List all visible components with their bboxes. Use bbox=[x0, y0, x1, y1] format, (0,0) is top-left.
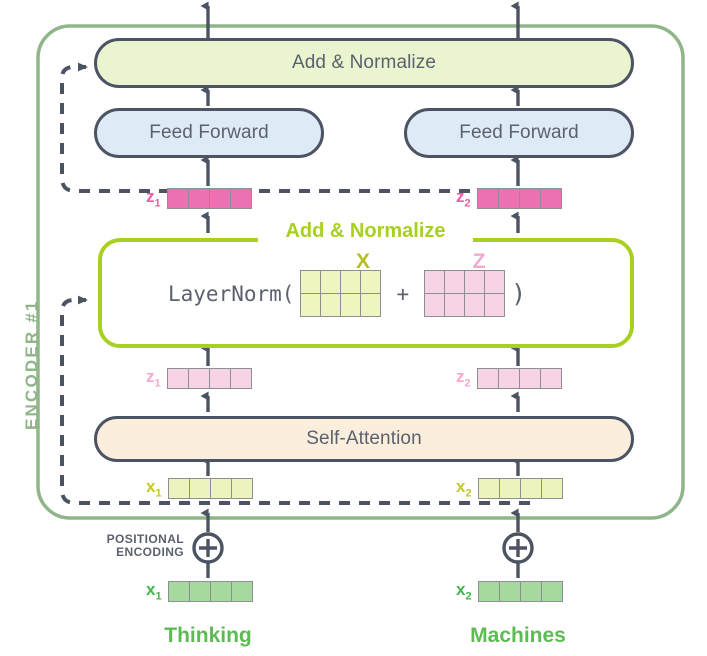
matrix-z bbox=[424, 270, 506, 317]
vector-x1-embedding-label: x1 bbox=[146, 580, 162, 603]
add-normalize-top-block[interactable]: Add & Normalize bbox=[94, 38, 634, 88]
positional-encoding-label: POSITIONAL ENCODING bbox=[62, 533, 184, 559]
positional-encoding-add-left bbox=[192, 532, 224, 564]
self-attention-label: Self-Attention bbox=[306, 428, 422, 449]
positional-encoding-line2: ENCODING bbox=[116, 545, 184, 559]
vector-x1-positional-cells bbox=[167, 478, 253, 500]
vector-z2-mid-label: z2 bbox=[456, 367, 471, 390]
vector-z2-mid-cells bbox=[476, 368, 562, 390]
input-word-left: Thinking bbox=[164, 624, 252, 647]
self-attention-block[interactable]: Self-Attention bbox=[94, 416, 634, 462]
vector-z2-mid: z2 bbox=[456, 367, 562, 390]
matrix-x bbox=[300, 270, 382, 317]
input-word-right: Machines bbox=[470, 624, 566, 647]
positional-encoding-add-right bbox=[502, 532, 534, 564]
vector-x1-embedding: x1 bbox=[146, 580, 253, 603]
vector-z1-top-cells bbox=[166, 188, 252, 210]
feed-forward-right-block[interactable]: Feed Forward bbox=[404, 108, 634, 158]
vector-x2-embedding: x2 bbox=[456, 580, 563, 603]
vector-x2-positional: x2 bbox=[456, 477, 563, 500]
layernorm-close-paren: ) bbox=[511, 279, 527, 308]
vector-x2-embedding-label: x2 bbox=[456, 580, 472, 603]
vector-z1-top-label: z1 bbox=[146, 187, 161, 210]
vector-z1-mid-cells bbox=[166, 368, 252, 390]
vector-x1-positional: x1 bbox=[146, 477, 253, 500]
add-normalize-top-label: Add & Normalize bbox=[291, 52, 437, 73]
vector-x2-embedding-cells bbox=[477, 581, 563, 603]
feed-forward-left-label: Feed Forward bbox=[149, 122, 269, 143]
encoder-label: ENCODER #1 bbox=[22, 299, 41, 430]
vector-x2-positional-cells bbox=[477, 478, 563, 500]
vector-z2-top-label: z2 bbox=[456, 187, 471, 210]
vector-z1-mid-label: z1 bbox=[146, 367, 161, 390]
feed-forward-left-block[interactable]: Feed Forward bbox=[94, 108, 324, 158]
layernorm-plus-sign: + bbox=[396, 281, 410, 306]
vector-x1-embedding-cells bbox=[167, 581, 253, 603]
vector-z2-top: z2 bbox=[456, 187, 562, 210]
vector-x2-positional-label: x2 bbox=[456, 477, 472, 500]
vector-z1-mid: z1 bbox=[146, 367, 252, 390]
layernorm-expression: LayerNorm( + ) bbox=[168, 270, 526, 317]
add-normalize-mid-label: Add & Normalize bbox=[258, 220, 473, 243]
layernorm-function-text: LayerNorm( bbox=[168, 281, 295, 306]
transformer-encoder-diagram: ENCODER #1 Add & Normalize Feed Forward … bbox=[0, 0, 707, 656]
vector-z1-top: z1 bbox=[146, 187, 252, 210]
matrix-z-label: Z bbox=[472, 250, 486, 273]
matrix-x-label: X bbox=[355, 250, 370, 273]
vector-z2-top-cells bbox=[476, 188, 562, 210]
vector-x1-positional-label: x1 bbox=[146, 477, 162, 500]
feed-forward-right-label: Feed Forward bbox=[459, 122, 579, 143]
